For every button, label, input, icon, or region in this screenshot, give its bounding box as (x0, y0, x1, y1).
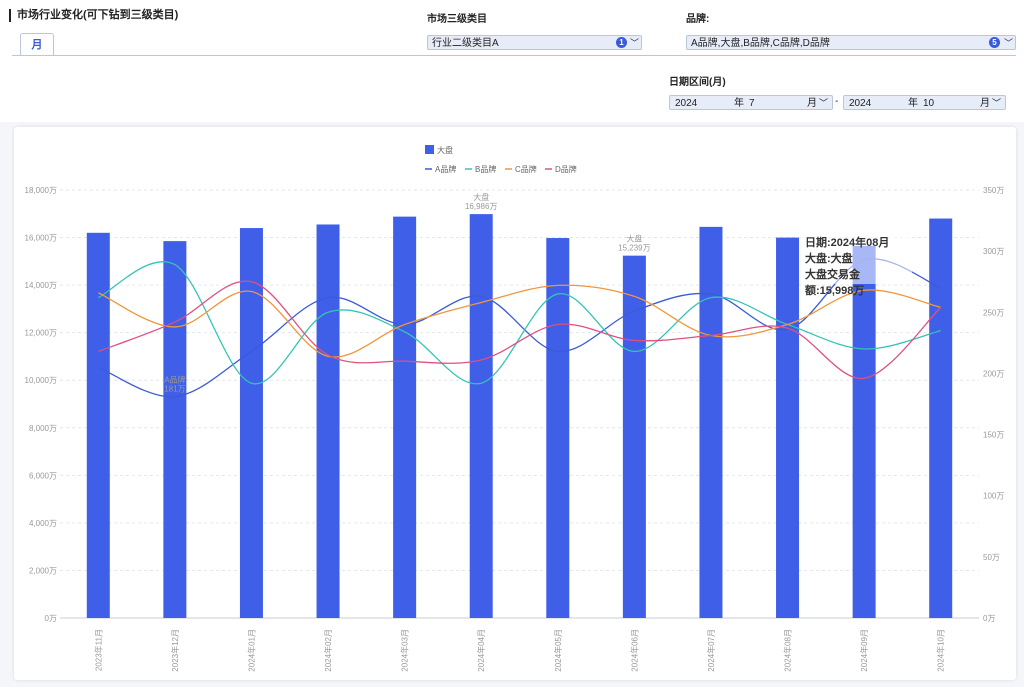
legend-line-label: A品牌 (435, 164, 456, 174)
x-axis-tick: 2023年12月 (170, 629, 180, 672)
x-axis-tick: 2024年02月 (323, 629, 333, 672)
date-from-year: 2024 (675, 98, 698, 109)
date-to-year: 2024 (849, 98, 872, 109)
x-axis-tick: 2024年01月 (246, 629, 256, 672)
x-axis-tick: 2023年11月 (93, 629, 103, 671)
data-label-value: 16,986万 (465, 202, 497, 211)
data-label-name: 大盘 (626, 234, 642, 244)
data-label-name: 大盘 (473, 192, 489, 202)
tooltip-date: 日期:2024年08月 (805, 237, 890, 249)
legend-line-label: B品牌 (475, 164, 496, 174)
category-label: 市场三级类目 (427, 14, 487, 25)
right-axis-tick: 100万 (983, 492, 1004, 501)
data-label-name: A品牌 (164, 375, 185, 385)
date-range-label: 日期区间(月) (669, 77, 726, 88)
tab-divider (12, 55, 1016, 56)
left-axis-tick: 4,000万 (29, 519, 57, 528)
chart-tooltip: 日期:2024年08月 大盘:大盘 大盘交易金额:15,998万 (800, 232, 912, 297)
brand-label: 品牌: (686, 14, 710, 25)
date-separator: - (835, 96, 839, 107)
brand-select[interactable]: A品牌,大盘,B品牌,C品牌,D品牌 5 ﹀ (686, 35, 1016, 50)
market-chart[interactable]: 0万 2,000万 4,000万 6,000万 8,000万 10,000万 12,000万… (14, 127, 1016, 680)
filter-panel: 市场行业变化(可下钻到三级类目) 月 市场三级类目 行业二级类目A 1 ﹀ 品牌… (0, 0, 1024, 122)
bar-2024年09月 (852, 245, 876, 618)
x-axis-tick: 2024年07月 (706, 629, 716, 672)
date-to-year-unit: 年 (908, 98, 918, 109)
bar-2024年03月 (393, 216, 417, 618)
legend-line-label: C品牌 (515, 164, 537, 174)
tab-month[interactable]: 月 (20, 33, 54, 56)
legend-bar-swatch (425, 145, 434, 154)
bar-2024年01月 (239, 228, 263, 618)
left-axis-tick: 14,000万 (25, 281, 57, 290)
right-axis-tick: 250万 (983, 308, 1004, 317)
left-axis-tick: 0万 (45, 614, 57, 623)
bar-2023年12月 (163, 241, 187, 618)
category-count-badge: 1 (616, 37, 627, 48)
tooltip-series: 大盘:大盘 (805, 253, 853, 265)
left-axis-tick: 8,000万 (29, 424, 57, 433)
data-label-value: 15,239万 (618, 244, 650, 253)
legend-line-label: D品牌 (555, 164, 577, 174)
x-axis-tick: 2024年10月 (936, 629, 946, 672)
date-to-select[interactable]: 2024 年 10 月 ﹀ (843, 95, 1006, 110)
bar-2023年11月 (86, 232, 110, 619)
date-from-month: 7 (749, 98, 755, 109)
left-axis-tick: 18,000万 (25, 186, 57, 195)
chevron-down-icon: ﹀ (992, 98, 1002, 108)
chart-card: 0万 2,000万 4,000万 6,000万 8,000万 10,000万 12,000万… (14, 127, 1016, 680)
x-axis-tick: 2024年06月 (629, 629, 639, 672)
right-axis-tick: 0万 (983, 614, 995, 623)
category-select[interactable]: 行业二级类目A 1 ﹀ (427, 35, 642, 50)
x-axis-tick: 2024年04月 (476, 629, 486, 672)
x-axis-tick: 2024年08月 (783, 629, 793, 672)
brand-select-value: A品牌,大盘,B品牌,C品牌,D品牌 (691, 38, 830, 49)
chevron-down-icon: ﹀ (630, 38, 640, 48)
bar-2024年06月 (622, 255, 646, 618)
right-axis-tick: 350万 (983, 186, 1004, 195)
right-axis-tick: 150万 (983, 431, 1004, 440)
left-axis-tick: 16,000万 (25, 234, 57, 243)
category-select-value: 行业二级类目A (432, 38, 499, 49)
bar-2024年04月 (469, 214, 493, 618)
data-label-value: 181万 (164, 385, 185, 394)
date-from-select[interactable]: 2024 年 7 月 ﹀ (669, 95, 833, 110)
tooltip-value: 大盘交易金额:15,998万 (805, 269, 865, 297)
left-axis-tick: 12,000万 (25, 329, 57, 338)
x-axis-tick: 2024年05月 (553, 629, 563, 672)
x-axis-tick: 2024年03月 (400, 629, 410, 672)
right-axis-tick: 300万 (983, 247, 1004, 256)
chevron-down-icon: ﹀ (1004, 38, 1014, 48)
bar-2024年07月 (699, 226, 723, 618)
date-from-month-unit: 月 (807, 98, 817, 109)
left-axis-tick: 2,000万 (29, 566, 57, 575)
date-to-month-unit: 月 (980, 98, 990, 109)
date-from-year-unit: 年 (734, 98, 744, 109)
bar-2024年08月 (776, 237, 800, 618)
legend-bar-label: 大盘 (437, 145, 453, 155)
right-axis-tick: 50万 (983, 553, 1000, 562)
bar-2024年02月 (316, 224, 340, 618)
date-to-month: 10 (923, 98, 935, 109)
section-title: 市场行业变化(可下钻到三级类目) (9, 9, 178, 22)
right-axis-tick: 200万 (983, 369, 1004, 378)
x-axis-tick: 2024年09月 (859, 629, 869, 672)
left-axis-tick: 10,000万 (25, 376, 57, 385)
chevron-down-icon: ﹀ (819, 98, 829, 108)
left-axis-tick: 6,000万 (29, 471, 57, 480)
bar-2024年10月 (929, 218, 953, 618)
brand-count-badge: 5 (989, 37, 1000, 48)
